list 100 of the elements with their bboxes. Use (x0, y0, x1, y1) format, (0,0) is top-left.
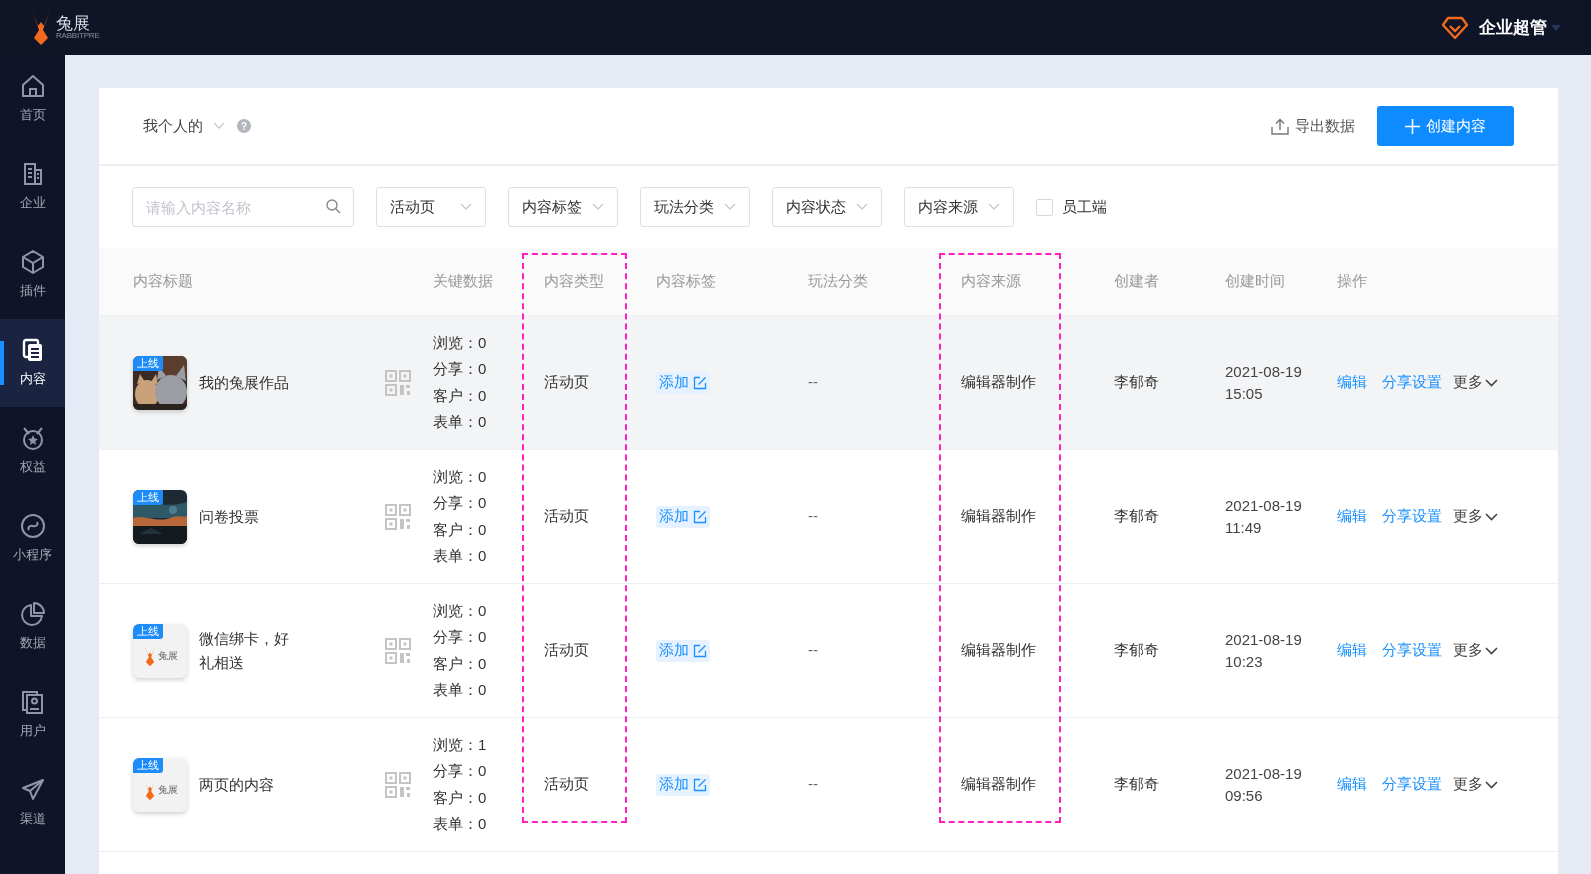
more-dropdown[interactable]: 更多 (1453, 773, 1498, 796)
user-card-icon (19, 689, 46, 716)
table-cell-text: 李郁奇 (1114, 774, 1160, 795)
column-header: 内容类型 (544, 271, 605, 292)
column-header: 创建时间 (1225, 271, 1286, 292)
table-cell-text: 活动页 (544, 774, 590, 795)
more-dropdown[interactable]: 更多 (1453, 371, 1498, 394)
user-menu[interactable]: 企业超管 (1441, 14, 1561, 41)
filter-dropdown[interactable]: 内容标签 (508, 187, 618, 227)
checkbox-label: 员工端 (1062, 196, 1107, 217)
caret-icon (1551, 24, 1561, 31)
diamond-icon (1441, 14, 1469, 41)
column-header: 内容标题 (133, 271, 194, 292)
stat-text: 分享：0 (433, 627, 488, 647)
table-cell-text: 编辑器制作 (961, 774, 1037, 795)
sidebar-item[interactable]: 渠道 (0, 759, 65, 847)
table-cell-text: 活动页 (544, 372, 590, 393)
stat-text: 分享：0 (433, 493, 488, 513)
qr-code-icon (385, 637, 411, 664)
table-cell-text: 活动页 (544, 640, 590, 661)
chevron-down-icon (1485, 512, 1498, 521)
edit-icon (693, 509, 707, 524)
sidebar-item[interactable]: 用户 (0, 671, 65, 759)
table-cell-text: 李郁奇 (1114, 372, 1160, 393)
sidebar-item[interactable]: 小程序 (0, 495, 65, 583)
filter-dropdown[interactable]: 活动页 (376, 187, 486, 227)
status-badge: 上线 (133, 355, 163, 371)
stat-text: 分享：0 (433, 359, 488, 379)
sidebar-item[interactable]: 插件 (0, 231, 65, 319)
status-badge: 上线 (133, 623, 163, 639)
chevron-down-icon (592, 203, 604, 211)
content-title: 我的兔展作品 (199, 372, 290, 393)
status-badge: 上线 (133, 757, 163, 773)
filter-dropdown[interactable]: 内容状态 (772, 187, 882, 227)
home-icon (19, 73, 46, 100)
table-cell-text: 2021-08-19 10:23 (1225, 629, 1303, 672)
search-icon (326, 199, 341, 214)
table-cell-text: 李郁奇 (1114, 506, 1160, 527)
chevron-down-icon (724, 203, 736, 211)
column-header: 操作 (1337, 271, 1368, 292)
content-title: 问卷投票 (199, 506, 260, 527)
content-title: 两页的内容 (199, 774, 275, 795)
table-cell-text: 活动页 (544, 506, 590, 527)
chevron-down-icon (856, 203, 868, 211)
chevron-down-icon (1485, 378, 1498, 387)
logo-subtext: RABBITPRE (56, 32, 100, 40)
stat-text: 客户：0 (433, 787, 488, 808)
scope-dropdown[interactable]: 我个人的 (143, 114, 225, 138)
edit-icon (693, 375, 707, 390)
qr-code-icon (385, 503, 411, 530)
logo-text: 兔展 (56, 15, 91, 32)
stat-text: 浏览：1 (433, 734, 488, 755)
cube-icon (19, 249, 46, 276)
export-button[interactable]: 导出数据 (1271, 114, 1355, 138)
plus-icon (1405, 118, 1420, 134)
chevron-down-icon (1485, 646, 1498, 655)
sidebar-item[interactable]: 数据 (0, 583, 65, 671)
qr-code-icon (385, 369, 411, 396)
more-dropdown[interactable]: 更多 (1453, 639, 1498, 662)
link-icon (19, 513, 46, 540)
stat-text: 浏览：0 (433, 332, 488, 353)
content-title: 微信绑卡，好礼相送 (199, 628, 290, 673)
filter-dropdown[interactable]: 玩法分类 (640, 187, 750, 227)
table-cell-text: -- (808, 372, 819, 393)
chevron-down-icon (988, 203, 1000, 211)
status-badge: 上线 (133, 489, 163, 505)
edit-icon (693, 643, 707, 658)
table-cell-text: 编辑器制作 (961, 640, 1037, 661)
stat-text: 表单：0 (433, 814, 488, 834)
logo-text: 兔展 (158, 784, 178, 795)
pie-chart-icon (19, 601, 46, 628)
stat-text: 客户：0 (433, 653, 488, 674)
table-cell-text: 李郁奇 (1114, 640, 1160, 661)
search-field[interactable]: 请输入内容名称 (132, 187, 354, 227)
sidebar-item[interactable]: 权益 (0, 407, 65, 495)
upload-icon (1271, 117, 1289, 135)
more-dropdown[interactable]: 更多 (1453, 505, 1498, 528)
stat-text: 浏览：0 (433, 600, 488, 621)
table-cell-text: 编辑器制作 (961, 372, 1037, 393)
table-cell-text: 2021-08-19 11:49 (1225, 495, 1303, 538)
sidebar-item[interactable]: 首页 (0, 55, 65, 143)
chevron-down-icon (213, 122, 225, 130)
stat-text: 表单：0 (433, 546, 488, 566)
column-header: 玩法分类 (808, 271, 869, 292)
edit-icon (693, 777, 707, 792)
help-icon: ? (237, 119, 251, 133)
logo-text: 兔展 (158, 650, 178, 661)
column-header: 内容标签 (656, 271, 717, 292)
stat-text: 分享：0 (433, 761, 488, 781)
stat-text: 客户：0 (433, 519, 488, 540)
checkbox[interactable] (1036, 198, 1053, 216)
filter-dropdown[interactable]: 内容来源 (904, 187, 1014, 227)
table-cell-text: 2021-08-19 09:56 (1225, 763, 1303, 806)
column-header: 关键数据 (433, 271, 494, 292)
stat-text: 浏览：0 (433, 466, 488, 487)
table-cell-text: 编辑器制作 (961, 506, 1037, 527)
table-cell-text: -- (808, 640, 819, 661)
sidebar-item[interactable]: 内容 (0, 319, 65, 407)
sidebar-item[interactable]: 企业 (0, 143, 65, 231)
column-header: 内容来源 (961, 271, 1022, 292)
